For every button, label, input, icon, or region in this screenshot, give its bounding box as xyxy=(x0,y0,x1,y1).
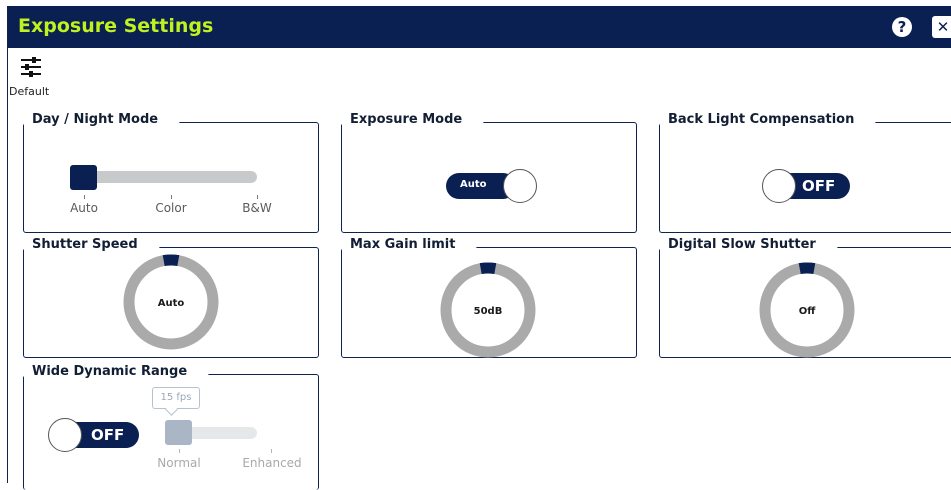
tick-auto xyxy=(84,195,85,199)
default-label: Default xyxy=(9,85,50,98)
back-light-compensation-panel: Back Light Compensation OFF xyxy=(658,108,951,233)
wide-dynamic-range-panel: Wide Dynamic Range OFF 15 fps Normal Enh… xyxy=(22,360,319,490)
tick-normal xyxy=(179,449,180,453)
option-enhanced-label: Enhanced xyxy=(242,456,302,470)
tick-enhanced xyxy=(271,449,272,453)
shutter-speed-panel: Shutter Speed Auto xyxy=(22,233,319,358)
day-night-slider-thumb[interactable] xyxy=(70,165,97,190)
day-night-slider-track[interactable] xyxy=(71,171,257,183)
day-night-mode-title: Day / Night Mode xyxy=(22,108,181,130)
wdr-fps-tooltip: 15 fps xyxy=(152,387,200,409)
max-gain-dial-indicator xyxy=(479,262,497,275)
max-gain-dial[interactable]: 50dB xyxy=(438,260,538,360)
exposure-mode-title: Exposure Mode xyxy=(340,108,485,130)
close-button[interactable]: ✕ xyxy=(932,16,951,38)
back-light-compensation-title: Back Light Compensation xyxy=(658,108,877,130)
max-gain-value: 50dB xyxy=(474,306,503,317)
wdr-slider-thumb xyxy=(165,420,192,445)
sliders-icon xyxy=(21,57,41,77)
back-light-toggle-text: OFF xyxy=(802,177,836,195)
digital-slow-shutter-value: Off xyxy=(799,306,817,317)
wide-dynamic-range-title: Wide Dynamic Range xyxy=(22,360,210,382)
wdr-toggle-knob[interactable] xyxy=(48,418,82,452)
digital-slow-shutter-title: Digital Slow Shutter xyxy=(658,233,838,255)
exposure-settings-window: Exposure Settings ? ✕ Default Day / Nigh… xyxy=(7,6,951,490)
exposure-mode-toggle-knob[interactable] xyxy=(503,169,537,203)
max-gain-limit-panel: Max Gain limit 50dB xyxy=(340,233,637,360)
window-title: Exposure Settings xyxy=(18,15,214,37)
help-button[interactable]: ? xyxy=(892,17,912,37)
exposure-mode-toggle-text: Auto xyxy=(460,179,487,190)
tick-bw xyxy=(257,195,258,199)
exposure-mode-panel: Exposure Mode Auto xyxy=(340,108,637,233)
shutter-speed-dial-indicator xyxy=(162,254,180,267)
day-night-mode-panel: Day / Night Mode Auto Color B&W xyxy=(22,108,319,233)
shutter-speed-dial[interactable]: Auto xyxy=(121,252,221,352)
title-bar: Exposure Settings ? ✕ xyxy=(8,6,951,48)
tick-color xyxy=(171,195,172,199)
option-auto-label[interactable]: Auto xyxy=(64,201,104,215)
back-light-toggle-knob[interactable] xyxy=(762,169,796,203)
digital-slow-shutter-dial-indicator xyxy=(798,262,816,275)
option-normal-label: Normal xyxy=(157,456,201,470)
digital-slow-shutter-panel: Digital Slow Shutter Off xyxy=(658,233,951,360)
max-gain-limit-title: Max Gain limit xyxy=(340,233,478,255)
digital-slow-shutter-dial[interactable]: Off xyxy=(757,260,857,360)
default-button[interactable]: Default xyxy=(8,52,58,102)
shutter-speed-value: Auto xyxy=(158,298,185,309)
option-bw-label[interactable]: B&W xyxy=(237,201,277,215)
wdr-toggle-text: OFF xyxy=(91,426,125,444)
option-color-label[interactable]: Color xyxy=(151,201,191,215)
